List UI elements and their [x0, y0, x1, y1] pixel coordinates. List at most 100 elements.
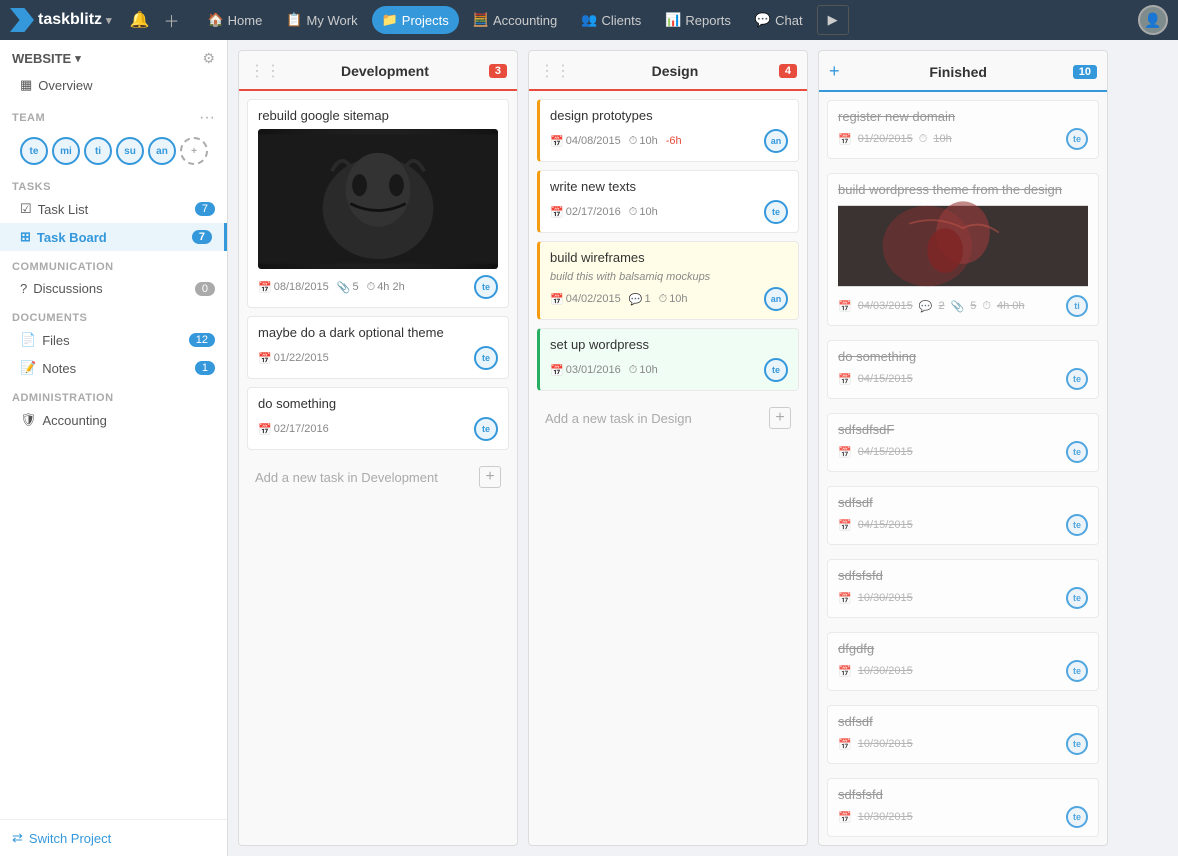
card-date: 04/15/2015	[858, 373, 913, 385]
sidebar-item-discussions[interactable]: ? Discussions 0	[0, 275, 227, 302]
card-title: do something	[838, 349, 1088, 364]
card-sdfsdf-5[interactable]: sdfsdf 📅 04/15/2015 te	[827, 486, 1099, 545]
card-assignee: te	[764, 358, 788, 382]
column-development-title: Development	[287, 63, 483, 79]
card-register-domain[interactable]: register new domain 📅 01/20/2015 ⏱ 10h t…	[827, 100, 1099, 159]
user-avatar[interactable]: 👤	[1138, 5, 1168, 35]
drag-handle-development[interactable]: ⋮⋮	[249, 61, 281, 81]
card-title: build wireframes	[550, 250, 788, 265]
add-icon[interactable]: ＋	[159, 6, 183, 34]
clock-icon: ⏱	[629, 206, 638, 219]
card-time: 4h 0h	[997, 300, 1025, 312]
top-navigation: taskblitz ▾ 🔔 ＋ 🏠 Home 📋 My Work 📁 Proje…	[0, 0, 1178, 40]
logo-icon	[10, 8, 34, 32]
card-title: maybe do a dark optional theme	[258, 325, 498, 340]
card-sdfsfsfd-6[interactable]: sdfsfsfd 📅 10/30/2015 te	[827, 559, 1099, 618]
card-footer: 📅 10/30/2015 te	[838, 733, 1088, 755]
calendar-icon: 📅	[258, 423, 272, 436]
nav-item-home[interactable]: 🏠 Home	[197, 6, 272, 34]
add-task-plus-icon[interactable]: +	[769, 407, 791, 429]
card-wordpress-theme[interactable]: build wordpress theme from the design	[827, 173, 1099, 326]
card-sdfsfsfd-9[interactable]: sdfsfsfd 📅 10/30/2015 te	[827, 778, 1099, 837]
card-assignee: te	[474, 275, 498, 299]
add-task-design[interactable]: Add a new task in Design +	[537, 399, 799, 437]
card-sdfsdf-8[interactable]: sdfsdf 📅 10/30/2015 te	[827, 705, 1099, 764]
card-footer: 📅 04/15/2015 te	[838, 368, 1088, 390]
bell-icon[interactable]: 🔔	[126, 8, 154, 32]
add-task-plus-icon[interactable]: +	[479, 466, 501, 488]
card-do-something[interactable]: do something 📅 02/17/2016 te	[247, 387, 509, 450]
column-design: ⋮⋮ Design 4 design prototypes 📅 04/08/20…	[528, 50, 808, 846]
clock-icon: ⏱	[629, 364, 638, 377]
nav-item-mywork[interactable]: 📋 My Work	[276, 6, 367, 34]
nav-item-reports[interactable]: 📊 Reports	[655, 6, 741, 34]
calendar-icon: 📅	[258, 281, 272, 294]
card-time: ⏱ 10h	[629, 364, 658, 377]
card-design-prototypes[interactable]: design prototypes 📅 04/08/2015 ⏱ 10h -6h	[537, 99, 799, 162]
calendar-icon: 📅	[550, 364, 564, 377]
discussions-count: 0	[195, 282, 215, 296]
card-title: build wordpress theme from the design	[838, 182, 1088, 197]
card-title: register new domain	[838, 109, 1088, 124]
drag-handle-design[interactable]: ⋮⋮	[539, 61, 571, 81]
sidebar-item-tasklist[interactable]: ☑ Task List 7	[0, 195, 227, 223]
card-footer: 📅 01/20/2015 ⏱ 10h te	[838, 128, 1088, 150]
sidebar-item-accounting[interactable]: 🛡 Accounting	[0, 406, 227, 434]
card-footer: 📅 04/02/2015 💬 1 ⏱ 10h an	[550, 287, 788, 311]
card-assignee: te	[1066, 368, 1088, 390]
card-finished-do-something[interactable]: do something 📅 04/15/2015 te	[827, 340, 1099, 399]
card-date: 04/15/2015	[858, 446, 913, 458]
card-rebuild-google-sitemap[interactable]: rebuild google sitemap	[247, 99, 509, 308]
team-avatar-te[interactable]: te	[20, 137, 48, 165]
card-wordpress[interactable]: set up wordpress 📅 03/01/2016 ⏱ 10h te	[537, 328, 799, 391]
column-finished-body: register new domain 📅 01/20/2015 ⏱ 10h t…	[819, 92, 1107, 845]
switch-project-button[interactable]: ⇄ Switch Project	[12, 830, 215, 846]
team-avatar-mi[interactable]: mi	[52, 137, 80, 165]
sidebar-bottom: ⇄ Switch Project	[0, 819, 227, 856]
nav-item-clients[interactable]: 👥 Clients	[571, 6, 651, 34]
nav-play-button[interactable]: ▶	[817, 5, 849, 35]
card-date: 10/30/2015	[858, 592, 913, 604]
calendar-icon: 📅	[550, 206, 564, 219]
sidebar-item-files[interactable]: 📄 Files 12	[0, 326, 227, 354]
calendar-icon: 📅	[838, 738, 852, 751]
card-assignee: te	[1066, 806, 1088, 828]
admin-label: ADMINISTRATION	[0, 382, 227, 406]
card-date: 📅 02/17/2016	[550, 206, 621, 219]
website-chevron: ▾	[75, 52, 81, 65]
team-avatar-an[interactable]: an	[148, 137, 176, 165]
card-assignee: te	[1066, 128, 1088, 150]
nav-item-projects[interactable]: 📁 Projects	[372, 6, 459, 34]
card-footer: 📅 10/30/2015 te	[838, 806, 1088, 828]
card-title: design prototypes	[550, 108, 788, 123]
card-sdfsdfsdF[interactable]: sdfsdfsdF 📅 04/15/2015 te	[827, 413, 1099, 472]
card-title: rebuild google sitemap	[258, 108, 498, 123]
card-image	[838, 201, 1088, 291]
website-gear-button[interactable]: ⚙	[202, 50, 215, 67]
team-dots-button[interactable]: ···	[199, 109, 215, 127]
column-design-title: Design	[577, 63, 773, 79]
app-logo[interactable]: taskblitz ▾	[10, 8, 112, 32]
calendar-icon: 📅	[550, 293, 564, 306]
column-finished-title: Finished	[850, 64, 1067, 80]
card-write-texts[interactable]: write new texts 📅 02/17/2016 ⏱ 10h te	[537, 170, 799, 233]
add-task-development[interactable]: Add a new task in Development +	[247, 458, 509, 496]
add-column-button[interactable]: +	[829, 61, 840, 82]
card-build-wireframes[interactable]: build wireframes build this with balsami…	[537, 241, 799, 320]
card-assignee: te	[1066, 660, 1088, 682]
nav-item-accounting[interactable]: 🧮 Accounting	[463, 6, 568, 34]
sidebar-item-overview[interactable]: ▦ Overview	[0, 71, 227, 99]
card-assignee: an	[764, 129, 788, 153]
card-comments: 💬 1	[629, 293, 651, 306]
team-avatar-su[interactable]: su	[116, 137, 144, 165]
sidebar-item-taskboard[interactable]: ⊞ Task Board 7	[0, 223, 227, 251]
card-dfgdfg[interactable]: dfgdfg 📅 10/30/2015 te	[827, 632, 1099, 691]
team-avatar-ti[interactable]: ti	[84, 137, 112, 165]
card-footer: 📅 10/30/2015 te	[838, 587, 1088, 609]
card-desc: build this with balsamiq mockups	[550, 271, 788, 283]
card-dark-theme[interactable]: maybe do a dark optional theme 📅 01/22/2…	[247, 316, 509, 379]
team-avatar-add[interactable]: +	[180, 137, 208, 165]
nav-item-chat[interactable]: 💬 Chat	[745, 6, 813, 34]
comment-icon: 💬	[629, 293, 643, 306]
sidebar-item-notes[interactable]: 📝 Notes 1	[0, 354, 227, 382]
